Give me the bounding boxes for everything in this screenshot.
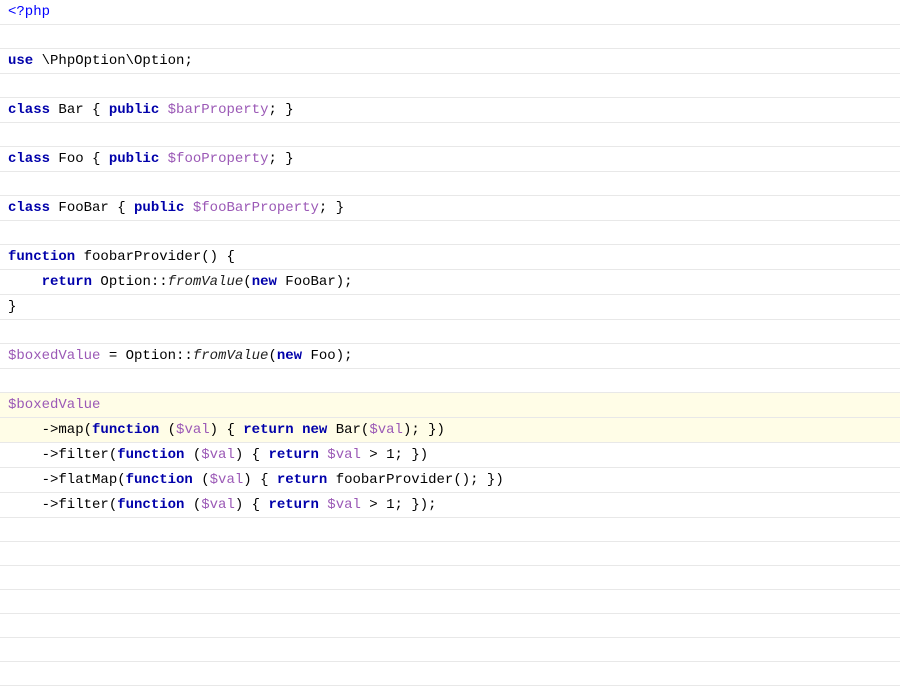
code-line: return Option::fromValue(new FooBar);: [0, 270, 900, 295]
code-line-empty: [0, 172, 900, 196]
code-line-empty: [0, 518, 900, 542]
code-line: ->filter(function ($val) { return $val >…: [0, 443, 900, 468]
code-line-empty: [0, 25, 900, 49]
code-line: class FooBar { public $fooBarProperty; }: [0, 196, 900, 221]
code-line-empty: [0, 638, 900, 662]
code-line-empty: [0, 369, 900, 393]
code-line: class Bar { public $barProperty; }: [0, 98, 900, 123]
code-line: <?php: [0, 0, 900, 25]
code-editor: <?php use \PhpOption\Option; class Bar {…: [0, 0, 900, 699]
code-line-empty: [0, 74, 900, 98]
code-line-highlighted: ->map(function ($val) { return new Bar($…: [0, 418, 900, 443]
code-line-empty: [0, 662, 900, 686]
code-line: class Foo { public $fooProperty; }: [0, 147, 900, 172]
code-line: ->flatMap(function ($val) { return fooba…: [0, 468, 900, 493]
code-line-empty: [0, 320, 900, 344]
code-line-empty: [0, 590, 900, 614]
code-line: $boxedValue = Option::fromValue(new Foo)…: [0, 344, 900, 369]
code-line: }: [0, 295, 900, 320]
code-line: function foobarProvider() {: [0, 245, 900, 270]
code-line-highlighted: $boxedValue: [0, 393, 900, 418]
code-line: use \PhpOption\Option;: [0, 49, 900, 74]
code-line-empty: [0, 123, 900, 147]
code-line-empty: [0, 614, 900, 638]
code-line-empty: [0, 566, 900, 590]
code-line-empty: [0, 221, 900, 245]
code-line: ->filter(function ($val) { return $val >…: [0, 493, 900, 518]
code-line-empty: [0, 542, 900, 566]
